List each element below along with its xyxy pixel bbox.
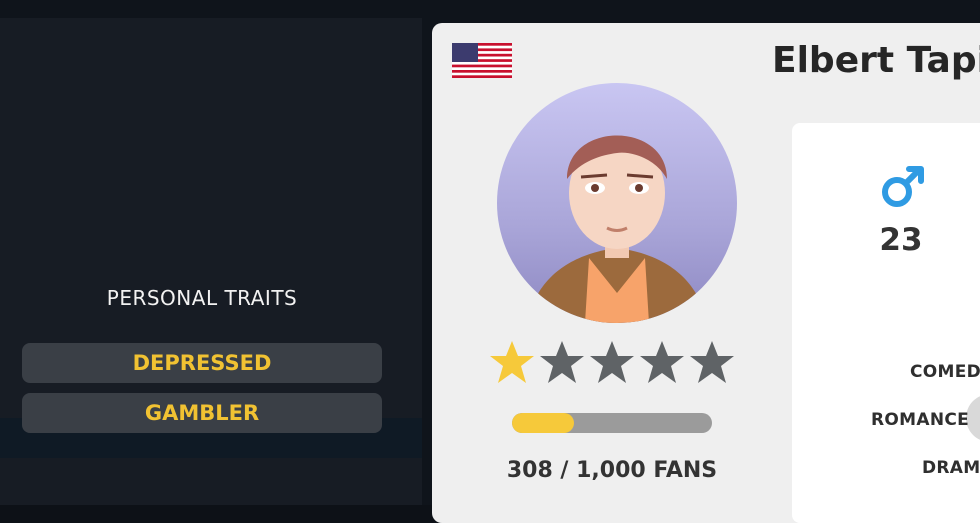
genre-romance: ROMANCE — [871, 410, 970, 430]
player-name: Elbert Tapic — [772, 40, 980, 81]
male-icon — [878, 163, 928, 213]
us-flag-icon — [452, 43, 512, 78]
avatar — [497, 83, 737, 323]
star-empty-icon — [540, 341, 584, 383]
star-empty-icon — [690, 341, 734, 383]
traits-title: PERSONAL TRAITS — [106, 286, 298, 310]
genre-comedy: COMEDY — [910, 362, 980, 382]
age: 23 — [879, 222, 923, 258]
star-empty-icon — [590, 341, 634, 383]
genre-drama: DRAMA — [922, 458, 980, 478]
trait-depressed: DEPRESSED — [22, 343, 382, 383]
fans-progress-bar — [512, 413, 712, 433]
fans-progress-fill — [512, 413, 574, 433]
trait-gambler: GAMBLER — [22, 393, 382, 433]
fans-count-text: 308 / 1,000 FANS — [506, 458, 718, 483]
rating-stars — [490, 341, 734, 383]
star-empty-icon — [640, 341, 684, 383]
star-filled-icon — [490, 341, 534, 383]
